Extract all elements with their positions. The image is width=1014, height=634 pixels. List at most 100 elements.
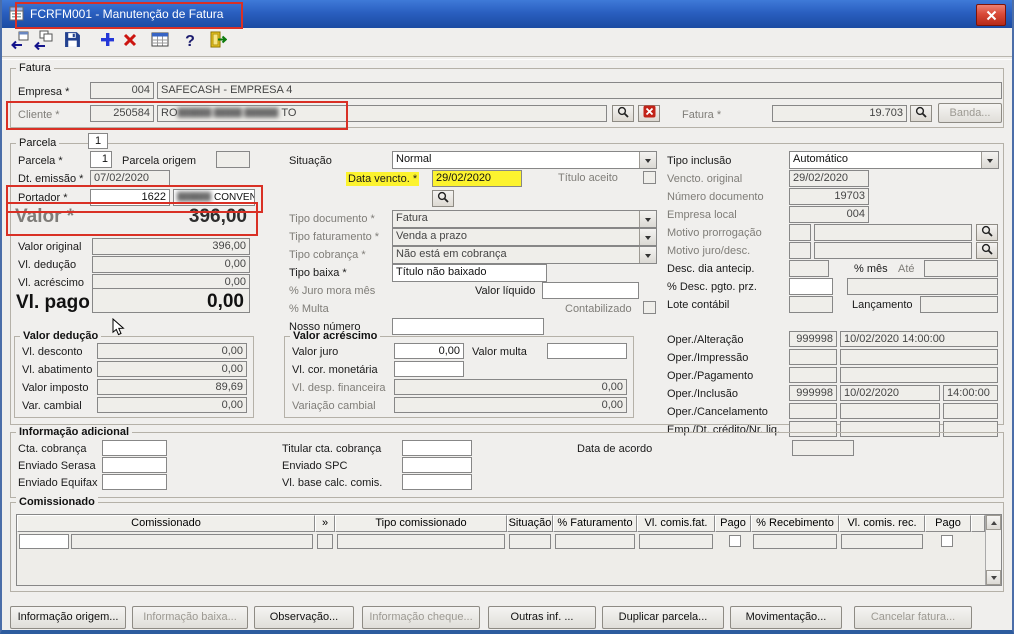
situacao-combo[interactable]: Normal <box>392 151 657 169</box>
portador-name-field: ██████CONVENIO <box>173 189 255 206</box>
titular-field[interactable] <box>402 440 472 456</box>
column-header-vl-comis-fat[interactable]: Vl. comis.fat. <box>637 515 715 532</box>
scroll-down-icon[interactable] <box>986 570 1001 585</box>
tipo-cobranca-combo: Não está em cobrança <box>392 246 657 264</box>
help-button[interactable]: ? <box>178 30 202 54</box>
fatura-lookup-button[interactable] <box>910 105 932 122</box>
cliente-lookup-button[interactable] <box>612 105 634 122</box>
add-button[interactable] <box>95 30 119 54</box>
informacao-baixa-button: Informação baixa... <box>132 606 248 629</box>
tipo-documento-combo: Fatura <box>392 210 657 228</box>
oper-alteracao-user-field: 999998 <box>789 331 837 347</box>
variacao-cambial-field: 0,00 <box>394 397 627 413</box>
nosso-numero-field[interactable] <box>392 318 544 335</box>
column-header-pago1[interactable]: Pago <box>715 515 751 532</box>
desc-dia-field <box>789 260 829 277</box>
motivo-prorrogacao-lookup-button[interactable] <box>976 224 998 241</box>
column-header-tipo[interactable]: Tipo comissionado <box>335 515 507 532</box>
cliente-restriction-button[interactable] <box>638 105 660 122</box>
outras-inf-button[interactable]: Outras inf. ... <box>488 606 596 629</box>
valor-imposto-label: Valor imposto <box>22 382 89 394</box>
table-scrollbar[interactable] <box>985 515 1001 585</box>
var-cambial-label: Var. cambial <box>22 400 82 412</box>
parcela-origem-label: Parcela origem <box>122 155 196 167</box>
data-acordo-label: Data de acordo <box>577 443 653 455</box>
comissionado-code-cell[interactable] <box>19 534 69 549</box>
delete-icon <box>123 33 137 52</box>
chevron-down-icon[interactable] <box>639 152 656 168</box>
vl-comis-rec-cell <box>841 534 923 549</box>
delete-button[interactable] <box>118 30 142 54</box>
enviado-equifax-field[interactable] <box>102 474 167 490</box>
motivo-prorrogacao-code-field <box>789 224 811 241</box>
exit-record-button[interactable] <box>8 30 32 54</box>
vl-desp-label: Vl. desp. financeira <box>292 382 386 394</box>
informacao-origem-button[interactable]: Informação origem... <box>10 606 126 629</box>
oper-pagamento-label: Oper./Pagamento <box>667 370 754 382</box>
oper-cancelamento-label: Oper./Cancelamento <box>667 406 768 418</box>
column-header-vl-comis-rec[interactable]: Vl. comis. rec. <box>839 515 925 532</box>
vl-desconto-label: Vl. desconto <box>22 346 83 358</box>
column-header-pago2[interactable]: Pago <box>925 515 971 532</box>
vl-base-field[interactable] <box>402 474 472 490</box>
enviado-serasa-field[interactable] <box>102 457 167 473</box>
fatura-num-field: 19.703 <box>772 105 907 122</box>
column-header-pct-faturamento[interactable]: % Faturamento <box>553 515 637 532</box>
dt-emissao-field: 07/02/2020 <box>90 170 170 187</box>
portador-code-field[interactable]: 1622 <box>90 189 170 206</box>
chevron-down-icon <box>639 229 656 245</box>
oper-cancelamento-time-field <box>943 403 998 419</box>
add-icon <box>100 32 115 52</box>
enviado-spc-field[interactable] <box>402 457 472 473</box>
motivo-juro-lookup-button[interactable] <box>976 242 998 259</box>
motivo-juro-label: Motivo juro/desc. <box>667 245 751 257</box>
duplicar-parcela-button[interactable]: Duplicar parcela... <box>602 606 724 629</box>
var-cambial-field: 0,00 <box>97 397 247 413</box>
scroll-up-icon[interactable] <box>986 515 1001 530</box>
exit-application-button[interactable] <box>206 30 230 54</box>
valor-multa-field[interactable] <box>547 343 627 359</box>
portador-label: Portador * <box>18 192 68 204</box>
oper-inclusao-user-field: 999998 <box>789 385 837 401</box>
data-vencto-field[interactable]: 29/02/2020 <box>432 170 522 187</box>
tipo-baixa-field[interactable]: Título não baixado <box>392 264 547 282</box>
valor-acrescimo-legend: Valor acréscimo <box>290 330 381 342</box>
oper-impressao-label: Oper./Impressão <box>667 352 749 364</box>
numero-documento-label: Número documento <box>667 191 764 203</box>
tipo-faturamento-combo: Venda a prazo <box>392 228 657 246</box>
oper-inclusao-time-field: 14:00:00 <box>943 385 998 401</box>
close-button[interactable] <box>976 4 1006 26</box>
parcela-num-field[interactable]: 1 <box>90 151 112 168</box>
vl-base-label: Vl. base calc. comis. <box>282 477 383 489</box>
parcela-tab[interactable]: 1 <box>88 133 108 149</box>
column-header-comissionado[interactable]: Comissionado <box>17 515 315 532</box>
column-header-expand[interactable]: » <box>315 515 335 532</box>
oper-cancelamento-date-field <box>840 403 940 419</box>
pago-fat-checkbox[interactable] <box>729 535 741 547</box>
cta-cobranca-field[interactable] <box>102 440 167 456</box>
multa-label: % Multa <box>289 303 329 315</box>
movimentacao-button[interactable]: Movimentação... <box>730 606 842 629</box>
valor-liquido-label: Valor líquido <box>475 285 536 297</box>
column-header-situacao[interactable]: Situação <box>507 515 553 532</box>
valor-juro-field[interactable]: 0,00 <box>394 343 464 359</box>
desc-pgto-label: % Desc. pgto. prz. <box>667 281 757 293</box>
magnifier-icon <box>617 105 629 123</box>
vl-comis-fat-cell <box>639 534 713 549</box>
exit-record-icon <box>10 30 30 55</box>
magnifier-icon <box>981 224 993 242</box>
pago-rec-checkbox[interactable] <box>941 535 953 547</box>
column-header-pct-recebimento[interactable]: % Recebimento <box>751 515 839 532</box>
save-button[interactable] <box>60 30 84 54</box>
exit-all-button[interactable] <box>31 30 55 54</box>
browse-grid-button[interactable] <box>148 30 172 54</box>
desc-pgto-field[interactable] <box>789 278 833 295</box>
vl-cor-field[interactable] <box>394 361 464 377</box>
valor-liquido-field[interactable] <box>542 282 639 299</box>
magnifier-icon <box>437 190 449 208</box>
contabilizado-label: Contabilizado <box>565 303 632 315</box>
tipo-inclusao-combo[interactable]: Automático <box>789 151 999 169</box>
observacao-button[interactable]: Observação... <box>254 606 354 629</box>
chevron-down-icon[interactable] <box>981 152 998 168</box>
data-vencto-lookup-button[interactable] <box>432 190 454 207</box>
